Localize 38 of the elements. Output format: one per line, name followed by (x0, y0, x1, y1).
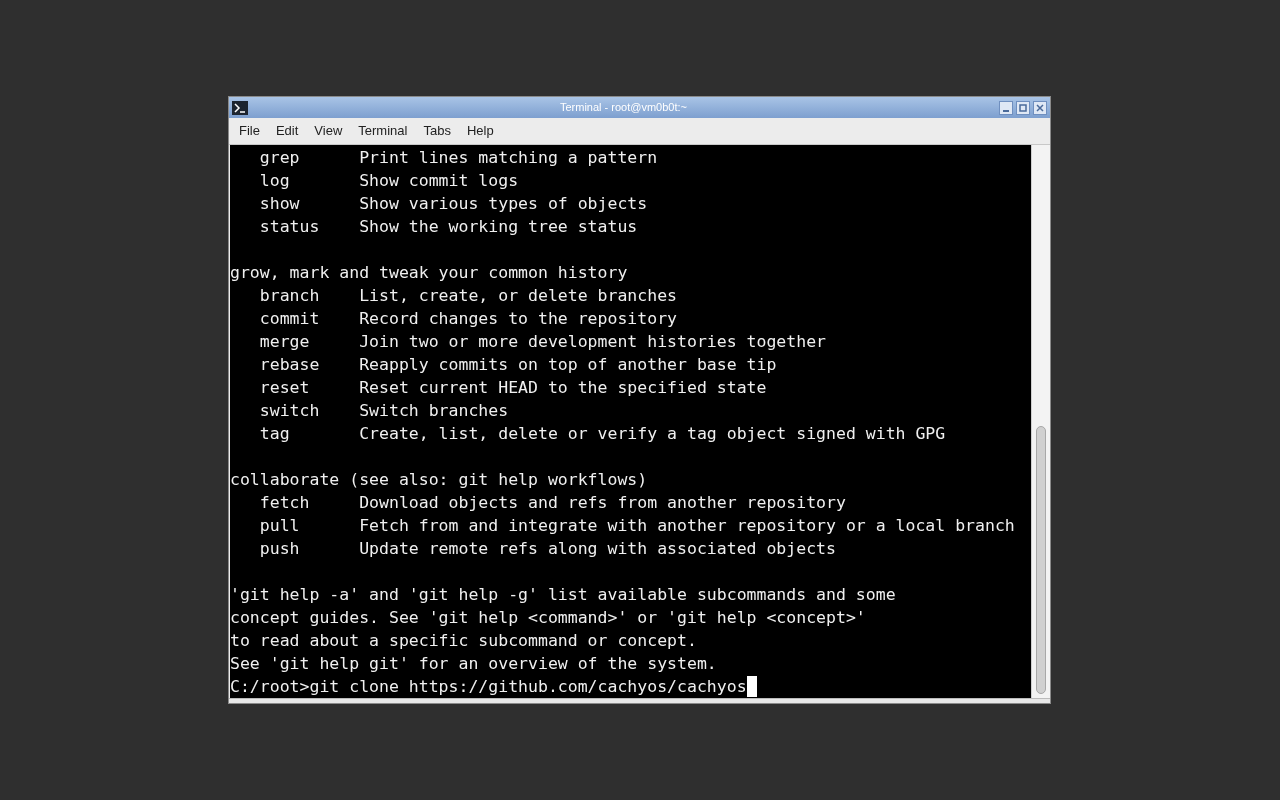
terminal-line: show Show various types of objects (258, 193, 648, 215)
menu-item[interactable]: Edit (267, 118, 307, 144)
terminal-line: rebase Reapply commits on top of another base tip (258, 354, 777, 376)
menu-item[interactable]: File (231, 118, 268, 144)
terminal-line: fetch Download objects and refs from another repository (258, 492, 846, 514)
terminal-icon (232, 100, 248, 115)
terminal-line: merge Join two or more development histories together (258, 331, 827, 353)
terminal-line: 'git help -a' and 'git help -g' list available subcommands and some (230, 584, 896, 606)
menu-item[interactable]: Tabs (415, 118, 459, 144)
maximize-icon (1019, 103, 1027, 112)
terminal-line: grow, mark and tweak your common history (230, 262, 628, 284)
menu-item[interactable]: View (306, 118, 351, 144)
terminal-line: commit Record changes to the repository (258, 308, 678, 330)
menu-item[interactable]: Help (458, 118, 502, 144)
terminal-line: branch List, create, or delete branches (258, 285, 678, 307)
maximize-button[interactable] (1016, 100, 1030, 115)
terminal-line: reset Reset current HEAD to the specified state (258, 377, 767, 399)
terminal-line: concept guides. See 'git help <command>' or 'git help <concept>' (230, 607, 866, 629)
terminal-line: to read about a specific subcommand or concept. (230, 630, 697, 652)
text-cursor (746, 676, 757, 697)
scrollbar[interactable] (1031, 145, 1050, 698)
terminal-line: tag Create, list, delete or verify a tag object signed with GPG (258, 423, 946, 445)
terminal-line: switch Switch branches (258, 400, 509, 422)
terminal-line: grep Print lines matching a pattern (258, 147, 658, 169)
terminal-line: See 'git help git' for an overview of the system. (230, 653, 717, 675)
minimize-icon (1003, 109, 1009, 112)
close-icon (1036, 103, 1044, 112)
terminal-line: pull Fetch from and integrate with another repository or a local branch (258, 515, 1015, 537)
terminal-line: collaborate (see also: git help workflows) (230, 469, 648, 491)
window-title: Terminal - root@vm0b0t:~ (560, 100, 687, 116)
close-button[interactable] (1033, 100, 1047, 115)
terminal-line: status Show the working tree status (258, 216, 638, 238)
terminal-line: log Show commit logs (258, 170, 519, 192)
minimize-button[interactable] (999, 100, 1013, 115)
command-prompt: C:/root>git clone https://github.com/cachyos/cachyos (230, 676, 747, 698)
scrollbar-thumb[interactable] (1036, 426, 1046, 694)
menu-item[interactable]: Terminal (350, 118, 416, 144)
terminal-line: push Update remote refs along with associated objects (258, 538, 836, 560)
